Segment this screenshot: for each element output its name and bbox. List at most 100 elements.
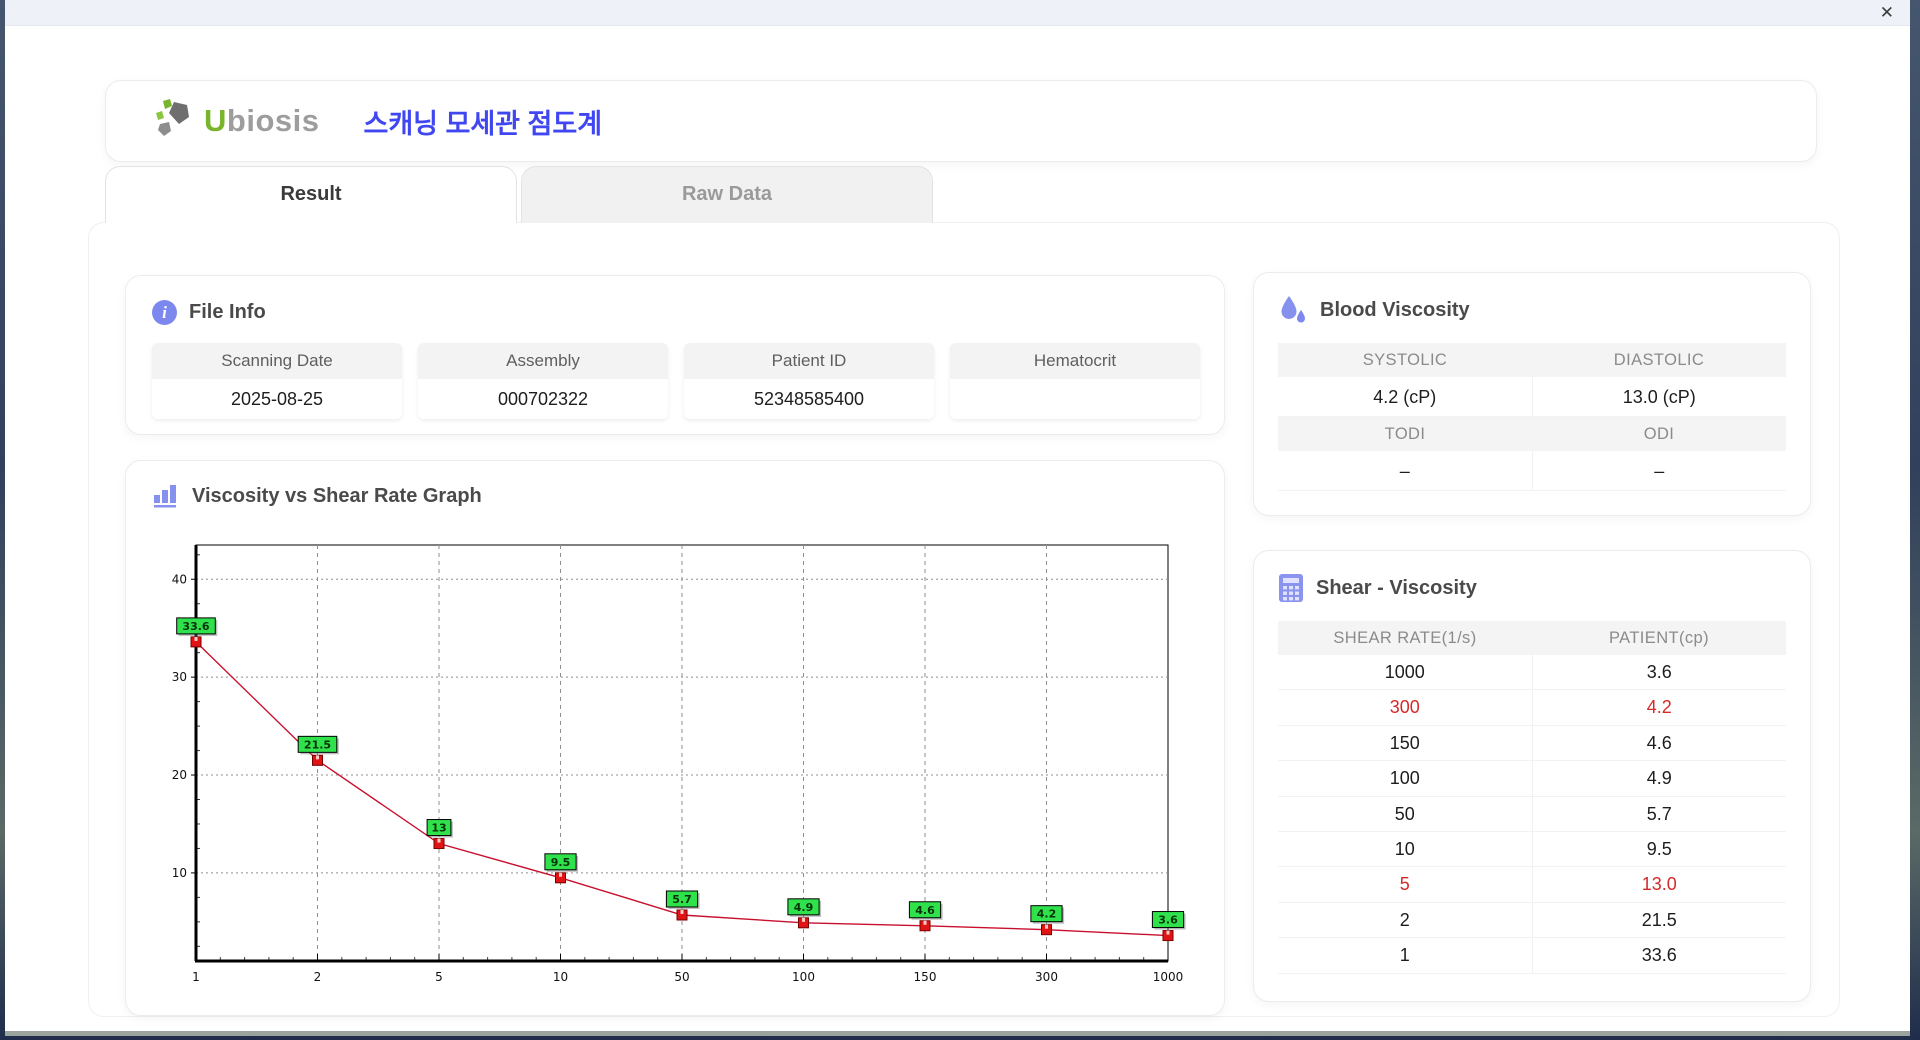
file-info-title: File Info (189, 301, 266, 323)
field-label: Assembly (418, 343, 668, 379)
bv-todi-value: – (1278, 451, 1533, 491)
blood-viscosity-title: Blood Viscosity (1320, 298, 1470, 321)
blood-viscosity-title-row: Blood Viscosity (1278, 295, 1786, 325)
file-info-card: i File Info Scanning Date 2025-08-25 Ass… (125, 275, 1225, 435)
sv-patient: 21.5 (1532, 903, 1786, 939)
bv-diastolic-value: 13.0 (cP) (1532, 377, 1786, 417)
sv-rate: 100 (1278, 761, 1533, 797)
bar-chart-icon (152, 483, 180, 509)
svg-text:50: 50 (674, 970, 689, 984)
sv-rate: 300 (1278, 690, 1533, 726)
tab-raw-data[interactable]: Raw Data (521, 166, 933, 223)
sv-patient: 4.2 (1532, 690, 1786, 726)
blood-viscosity-card: Blood Viscosity SYSTOLIC DIASTOLIC 4.2 (… (1253, 272, 1811, 516)
field-label: Scanning Date (152, 343, 402, 379)
sv-patient: 9.5 (1532, 832, 1786, 868)
svg-text:2: 2 (314, 970, 322, 984)
sv-patient: 3.6 (1532, 655, 1786, 691)
close-icon[interactable]: ✕ (1880, 2, 1894, 24)
svg-text:13: 13 (431, 822, 446, 835)
sv-header-row: SHEAR RATE(1/s) PATIENT(cp) (1278, 621, 1786, 655)
svg-text:5.7: 5.7 (672, 893, 692, 906)
bv-header-diastolic: DIASTOLIC (1613, 351, 1705, 369)
viscosity-graph-card: Viscosity vs Shear Rate Graph 10 20 30 40 1 2… (125, 460, 1225, 1016)
field-patient-id: Patient ID 52348585400 (684, 343, 934, 419)
sv-rate: 1000 (1278, 655, 1533, 691)
svg-text:4.2: 4.2 (1037, 908, 1057, 921)
droplets-icon (1278, 295, 1308, 325)
sv-patient: 4.9 (1532, 761, 1786, 797)
sv-patient: 4.6 (1532, 726, 1786, 762)
svg-text:40: 40 (172, 572, 187, 586)
bv-header-systolic: SYSTOLIC (1362, 351, 1448, 369)
blood-viscosity-table: SYSTOLIC DIASTOLIC 4.2 (cP) 13.0 (cP) TO… (1278, 343, 1786, 491)
bv-header-row-2: TODI ODI (1278, 417, 1786, 451)
sv-patient: 5.7 (1532, 797, 1786, 832)
svg-text:10: 10 (553, 970, 568, 984)
field-assembly: Assembly 000702322 (418, 343, 668, 419)
svg-text:1: 1 (192, 970, 200, 984)
bv-odi-value: – (1532, 451, 1786, 491)
sv-col-shear-rate: SHEAR RATE(1/s) (1333, 629, 1477, 647)
bv-systolic-value: 4.2 (cP) (1278, 377, 1533, 417)
graph-title-row: Viscosity vs Shear Rate Graph (152, 483, 1224, 509)
shear-viscosity-title-row: Shear - Viscosity (1278, 573, 1786, 603)
field-scanning-date: Scanning Date 2025-08-25 (152, 343, 402, 419)
table-row: 1 33.6 (1278, 938, 1786, 974)
header-card: Ubiosis 스캐닝 모세관 점도계 (105, 80, 1817, 162)
table-row: 5 13.0 (1278, 867, 1786, 903)
tab-result[interactable]: Result (105, 166, 517, 223)
field-hematocrit: Hematocrit (950, 343, 1200, 419)
page-title: 스캐닝 모세관 점도계 (363, 108, 603, 139)
table-row: 300 4.2 (1278, 690, 1786, 726)
shear-viscosity-table: SHEAR RATE(1/s) PATIENT(cp) 1000 3.6 300… (1278, 621, 1786, 974)
svg-text:33.6: 33.6 (182, 620, 209, 633)
table-row: 100 4.9 (1278, 761, 1786, 797)
field-value: 52348585400 (684, 379, 934, 419)
svg-text:4.6: 4.6 (915, 904, 935, 917)
svg-text:20: 20 (172, 768, 187, 782)
viscosity-shear-chart: 10 20 30 40 1 2 5 10 50 100 150 300 1000 33.6 21.5 13 9.… (156, 531, 1198, 993)
sv-rate: 5 (1278, 867, 1533, 903)
svg-text:4.9: 4.9 (794, 901, 814, 914)
logo-letter-u: U (204, 103, 227, 138)
svg-text:5: 5 (435, 970, 443, 984)
sv-patient: 13.0 (1532, 867, 1786, 903)
logo-rest: biosis (226, 103, 320, 138)
bv-header-odi: ODI (1643, 425, 1675, 443)
table-row: 1000 3.6 (1278, 655, 1786, 691)
sv-rate: 150 (1278, 725, 1533, 762)
svg-text:21.5: 21.5 (304, 738, 331, 751)
logo: Ubiosis (154, 98, 319, 144)
logo-text: Ubiosis (204, 103, 319, 139)
svg-text:30: 30 (172, 670, 187, 684)
bv-header-row: SYSTOLIC DIASTOLIC (1278, 343, 1786, 377)
bv-value-row: 4.2 (cP) 13.0 (cP) (1278, 377, 1786, 417)
window-bottom-edge (5, 1031, 1910, 1036)
title-bar: ✕ (5, 0, 1910, 26)
field-label: Hematocrit (950, 343, 1200, 379)
svg-text:3.6: 3.6 (1158, 914, 1178, 927)
svg-text:100: 100 (792, 970, 815, 984)
sv-patient: 33.6 (1532, 938, 1786, 974)
field-label: Patient ID (684, 343, 934, 379)
sv-rate: 2 (1278, 902, 1533, 939)
sv-col-patient: PATIENT(cp) (1608, 629, 1710, 647)
ubiosis-logo-icon (154, 98, 196, 144)
svg-text:9.5: 9.5 (551, 856, 571, 869)
field-value (950, 379, 1200, 419)
sv-rate: 50 (1278, 796, 1533, 832)
file-info-title-row: i File Info (152, 300, 1200, 325)
bv-header-todi: TODI (1384, 425, 1426, 443)
file-info-fields: Scanning Date 2025-08-25 Assembly 000702… (152, 343, 1200, 419)
table-row: 50 5.7 (1278, 796, 1786, 832)
svg-text:10: 10 (172, 866, 187, 880)
svg-text:1000: 1000 (1153, 970, 1184, 984)
graph-title: Viscosity vs Shear Rate Graph (192, 484, 482, 507)
sv-rate: 10 (1278, 831, 1533, 868)
info-icon: i (152, 300, 177, 325)
svg-text:150: 150 (914, 970, 937, 984)
sv-rate: 1 (1278, 938, 1533, 974)
field-value: 000702322 (418, 379, 668, 419)
table-row: 150 4.6 (1278, 725, 1786, 762)
